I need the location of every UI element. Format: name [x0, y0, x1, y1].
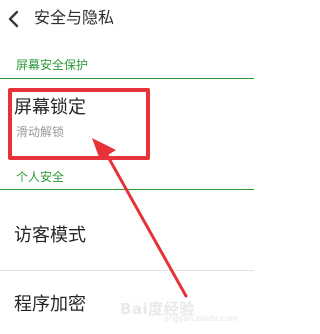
- baidu-jingyan-watermark: Bai度经验 jingyan.baidu.com: [120, 288, 250, 328]
- item-subtitle: 滑动解锁: [16, 125, 65, 139]
- section-header-personal-security: 个人安全: [16, 170, 65, 184]
- chevron-left-icon: [8, 10, 19, 28]
- page-title: 安全与隐私: [34, 8, 115, 27]
- item-label: 访客模式: [14, 225, 86, 246]
- watermark-subtext: jingyan.baidu.com: [164, 314, 238, 323]
- settings-item-guest-mode[interactable]: 访客模式: [0, 190, 254, 260]
- top-bar: 安全与隐私: [0, 0, 254, 38]
- section-header-screen-protection: 屏幕安全保护: [16, 58, 89, 72]
- item-label: 屏幕锁定: [14, 97, 86, 118]
- settings-item-screen-lock[interactable]: 屏幕锁定 滑动解锁: [0, 80, 254, 164]
- item-label: 程序加密: [14, 294, 86, 315]
- back-button[interactable]: [2, 6, 26, 32]
- section-divider: [0, 78, 254, 79]
